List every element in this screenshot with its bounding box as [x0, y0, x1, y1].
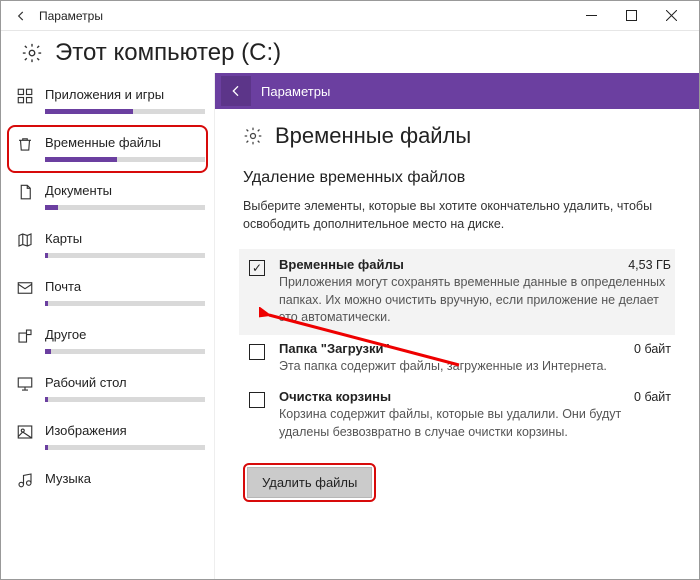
page-heading-row: Этот компьютер (C:) — [1, 31, 699, 73]
storage-bar — [45, 109, 205, 114]
subheader: Параметры — [215, 73, 699, 109]
arrow-left-icon — [228, 83, 244, 99]
sidebar-item-maps[interactable]: Карты — [7, 221, 208, 269]
sidebar-item-label: Изображения — [45, 422, 205, 440]
sidebar-item-label: Другое — [45, 326, 205, 344]
close-icon — [666, 10, 677, 21]
option-desc: Приложения могут сохранять временные дан… — [279, 274, 671, 327]
gear-icon — [243, 126, 263, 146]
content: Временные файлы Удаление временных файло… — [215, 109, 699, 579]
maximize-icon — [626, 10, 637, 21]
option-name: Папка "Загрузки" — [279, 341, 390, 356]
main-panel: Параметры Временные файлы Удаление време… — [215, 73, 699, 579]
trash-icon — [15, 134, 35, 154]
gear-icon — [21, 42, 43, 64]
option-downloads: Папка "Загрузки" 0 байт Эта папка содерж… — [243, 335, 671, 384]
delete-button-highlight: Удалить файлы — [243, 463, 376, 502]
subheader-back-button[interactable] — [221, 76, 251, 106]
map-icon — [15, 230, 35, 250]
minimize-icon — [586, 10, 597, 21]
page-title: Этот компьютер (C:) — [55, 39, 281, 67]
storage-bar — [45, 205, 205, 210]
sidebar-item-temp-files[interactable]: Временные файлы — [7, 125, 208, 173]
checkbox-temp-files[interactable] — [249, 260, 265, 276]
sidebar-item-mail[interactable]: Почта — [7, 269, 208, 317]
storage-bar — [45, 157, 205, 162]
music-icon — [15, 470, 35, 490]
sidebar-item-music[interactable]: Музыка — [7, 461, 208, 501]
storage-bar — [45, 349, 205, 354]
sidebar-item-label: Временные файлы — [45, 134, 205, 152]
option-temp-files: Временные файлы 4,53 ГБ Приложения могут… — [239, 249, 675, 335]
option-name: Временные файлы — [279, 257, 404, 272]
sidebar-item-documents[interactable]: Документы — [7, 173, 208, 221]
intro-text: Выберите элементы, которые вы хотите око… — [243, 197, 671, 233]
minimize-button[interactable] — [571, 1, 611, 31]
image-icon — [15, 422, 35, 442]
titlebar: Параметры — [1, 1, 699, 31]
arrow-left-icon — [14, 9, 28, 23]
subheader-title: Параметры — [261, 84, 330, 99]
option-size: 0 байт — [634, 342, 671, 356]
sidebar-item-images[interactable]: Изображения — [7, 413, 208, 461]
desktop-icon — [15, 374, 35, 394]
checkbox-recycle-bin[interactable] — [249, 392, 265, 408]
sidebar-item-apps[interactable]: Приложения и игры — [7, 77, 208, 125]
delete-files-button[interactable]: Удалить файлы — [247, 467, 372, 498]
option-name: Очистка корзины — [279, 389, 391, 404]
content-title: Временные файлы — [275, 123, 471, 149]
option-recycle-bin: Очистка корзины 0 байт Корзина содержит … — [243, 383, 671, 449]
sidebar-item-label: Карты — [45, 230, 205, 248]
other-icon — [15, 326, 35, 346]
sidebar-item-label: Документы — [45, 182, 205, 200]
storage-bar — [45, 301, 205, 306]
window-title: Параметры — [39, 9, 103, 23]
titlebar-back-button[interactable] — [9, 4, 33, 28]
sidebar-item-label: Приложения и игры — [45, 86, 205, 104]
option-desc: Эта папка содержит файлы, загруженные из… — [279, 358, 671, 376]
maximize-button[interactable] — [611, 1, 651, 31]
checkbox-downloads[interactable] — [249, 344, 265, 360]
sidebar-item-other[interactable]: Другое — [7, 317, 208, 365]
sidebar-item-label: Музыка — [45, 470, 200, 488]
option-size: 4,53 ГБ — [628, 258, 671, 272]
document-icon — [15, 182, 35, 202]
storage-bar — [45, 253, 205, 258]
sidebar-item-label: Почта — [45, 278, 205, 296]
mail-icon — [15, 278, 35, 298]
section-heading: Удаление временных файлов — [243, 169, 671, 187]
close-button[interactable] — [651, 1, 691, 31]
option-size: 0 байт — [634, 390, 671, 404]
sidebar[interactable]: Приложения и игры Временные файлы — [1, 73, 215, 579]
storage-bar — [45, 445, 205, 450]
storage-bar — [45, 397, 205, 402]
apps-icon — [15, 86, 35, 106]
settings-window: Параметры Этот компьютер (C:) — [0, 0, 700, 580]
option-desc: Корзина содержит файлы, которые вы удали… — [279, 406, 671, 441]
sidebar-item-label: Рабочий стол — [45, 374, 205, 392]
sidebar-item-desktop[interactable]: Рабочий стол — [7, 365, 208, 413]
